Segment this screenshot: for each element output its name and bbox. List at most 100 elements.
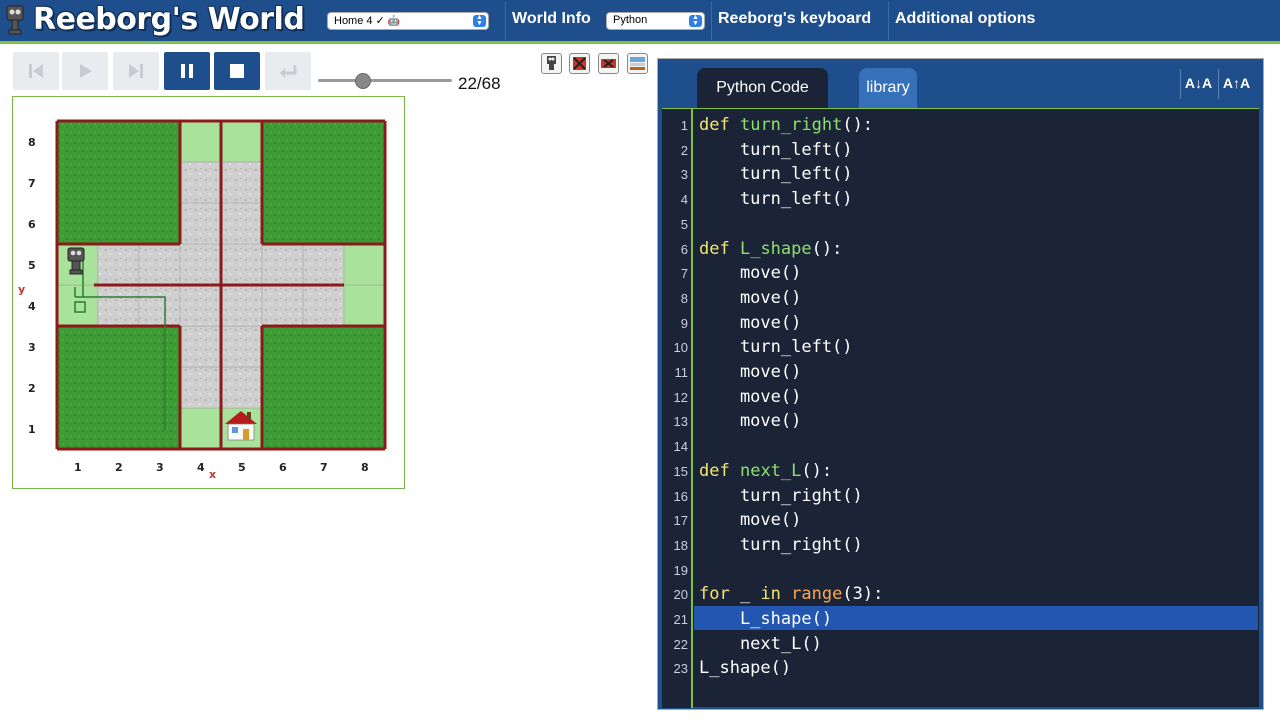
light-tile (56, 284, 99, 327)
light-tile (343, 243, 386, 286)
grass-tile (98, 203, 139, 244)
code-line[interactable]: 23 L_shape() (662, 656, 1258, 681)
gravel-tile (179, 161, 222, 204)
line-number: 21 (673, 612, 688, 627)
grass-tile (303, 162, 344, 203)
robot-small-icon: 🤖 (387, 16, 401, 27)
x-axis-label: x (209, 468, 216, 481)
skip-back-icon (29, 64, 43, 78)
grass-tile (57, 203, 98, 244)
step-counter: 22/68 (458, 74, 501, 93)
code-line[interactable]: 6 def L_shape(): (662, 237, 1258, 262)
additional-options-menu[interactable]: Additional options (895, 10, 1035, 28)
code-text: move() (699, 287, 802, 308)
play-icon (80, 64, 92, 78)
code-line[interactable]: 11 move() (662, 360, 1258, 385)
world-select-value: Home 4 ✓ (334, 15, 385, 27)
stop-button[interactable] (214, 52, 260, 90)
code-line[interactable]: 21 L_shape() (662, 607, 1258, 632)
grass-tile (262, 203, 303, 244)
grass-tile (344, 367, 385, 408)
line-number: 13 (673, 414, 688, 430)
grass-tile (303, 121, 344, 162)
speed-slider-track[interactable] (318, 79, 452, 82)
world-edit-button[interactable] (569, 53, 590, 74)
remove-objects-button[interactable] (598, 53, 619, 74)
y-axis-ticks: 8 7 6 5 4 3 2 1 (28, 136, 36, 436)
y-tick-label: 4 (28, 300, 36, 313)
x-tick-label: 8 (361, 461, 369, 474)
line-number: 1 (680, 118, 688, 133)
code-line[interactable]: 16 turn_right() (662, 484, 1258, 509)
code-line[interactable]: 14 (662, 434, 1258, 459)
code-line[interactable]: 9 move() (662, 311, 1258, 336)
font-increase-button[interactable]: A↑A (1218, 69, 1254, 99)
code-line[interactable]: 7 move() (662, 261, 1258, 286)
code-line[interactable]: 1 def turn_right(): (662, 113, 1258, 138)
code-text: move() (699, 362, 802, 382)
gravel-tile (220, 284, 263, 327)
line-number: 11 (674, 365, 689, 380)
run-button[interactable] (62, 52, 108, 90)
y-tick-label: 3 (28, 341, 36, 354)
x-tick-label: 7 (320, 461, 328, 474)
tiles-icon (630, 57, 645, 70)
line-number: 2 (680, 142, 688, 158)
language-select[interactable]: Python ▲ ▼ (606, 12, 705, 30)
grass-tile (98, 408, 139, 449)
pause-button[interactable] (164, 52, 210, 90)
code-line[interactable]: 20 for _ in range(3): (662, 582, 1258, 607)
code-line[interactable]: 17 move() (662, 508, 1258, 533)
menu-divider (888, 2, 889, 40)
reeborg-robot-icon (6, 5, 24, 35)
grass-tile (98, 367, 139, 408)
code-text: L_shape() (699, 658, 792, 679)
world-select[interactable]: Home 4 ✓ 🤖 ▲ ▼ (327, 12, 489, 30)
code-text: turn_right() (699, 485, 863, 506)
code-line[interactable]: 13 move() (662, 409, 1258, 434)
code-line[interactable]: 8 move() (662, 286, 1258, 311)
code-line[interactable]: 3 turn_left() (662, 162, 1258, 187)
code-line[interactable]: 22 next_L() (662, 632, 1258, 657)
code-line[interactable]: 19 (662, 558, 1258, 583)
grass-tile (344, 408, 385, 449)
return-button[interactable] (265, 52, 311, 90)
grass-tile (139, 367, 180, 408)
y-tick-label: 8 (28, 136, 36, 149)
code-text: turn_left() (699, 337, 853, 358)
gravel-tile (97, 284, 140, 327)
code-area[interactable]: 1 def turn_right(): 2 turn_left() 3 turn_le… (662, 108, 1259, 708)
code-line[interactable]: 2 turn_left() (662, 138, 1258, 163)
step-button[interactable] (113, 52, 159, 90)
code-text: move() (699, 510, 802, 531)
code-line[interactable]: 5 (662, 212, 1258, 237)
grass-tile (57, 408, 98, 449)
grass-tile (303, 326, 344, 367)
reload-button[interactable] (13, 52, 59, 90)
world-info-menu[interactable]: World Info (512, 10, 591, 28)
speed-slider-knob[interactable] (355, 73, 371, 89)
y-axis-label: y (18, 283, 25, 296)
font-decrease-button[interactable]: A↓A (1180, 69, 1216, 99)
world-canvas[interactable]: 8 7 6 5 4 3 2 1 1 2 3 4 5 6 7 8 y x (12, 96, 405, 489)
world-tiles-button[interactable] (627, 53, 648, 74)
code-line[interactable]: 4 turn_left() (662, 187, 1258, 212)
grass-tile (262, 162, 303, 203)
x-tick-label: 4 (197, 461, 205, 474)
tab-python-code[interactable]: Python Code (697, 68, 828, 108)
code-line[interactable]: 12 move() (662, 385, 1258, 410)
grass-tile (262, 326, 303, 367)
grass-tile (98, 162, 139, 203)
robot-view-button[interactable] (541, 53, 562, 74)
gravel-tile (220, 243, 263, 286)
tab-library[interactable]: library (859, 68, 917, 108)
line-number: 15 (673, 463, 688, 479)
code-line[interactable]: 18 turn_right() (662, 533, 1258, 558)
robot-icon (547, 56, 556, 70)
code-text: turn_right() (699, 534, 863, 555)
code-line[interactable]: 15 def next_L(): (662, 459, 1258, 484)
y-tick-label: 7 (28, 177, 36, 190)
code-line[interactable]: 10 turn_left() (662, 335, 1258, 360)
keyboard-menu[interactable]: Reeborg's keyboard (718, 10, 871, 28)
grass-tile (139, 203, 180, 244)
